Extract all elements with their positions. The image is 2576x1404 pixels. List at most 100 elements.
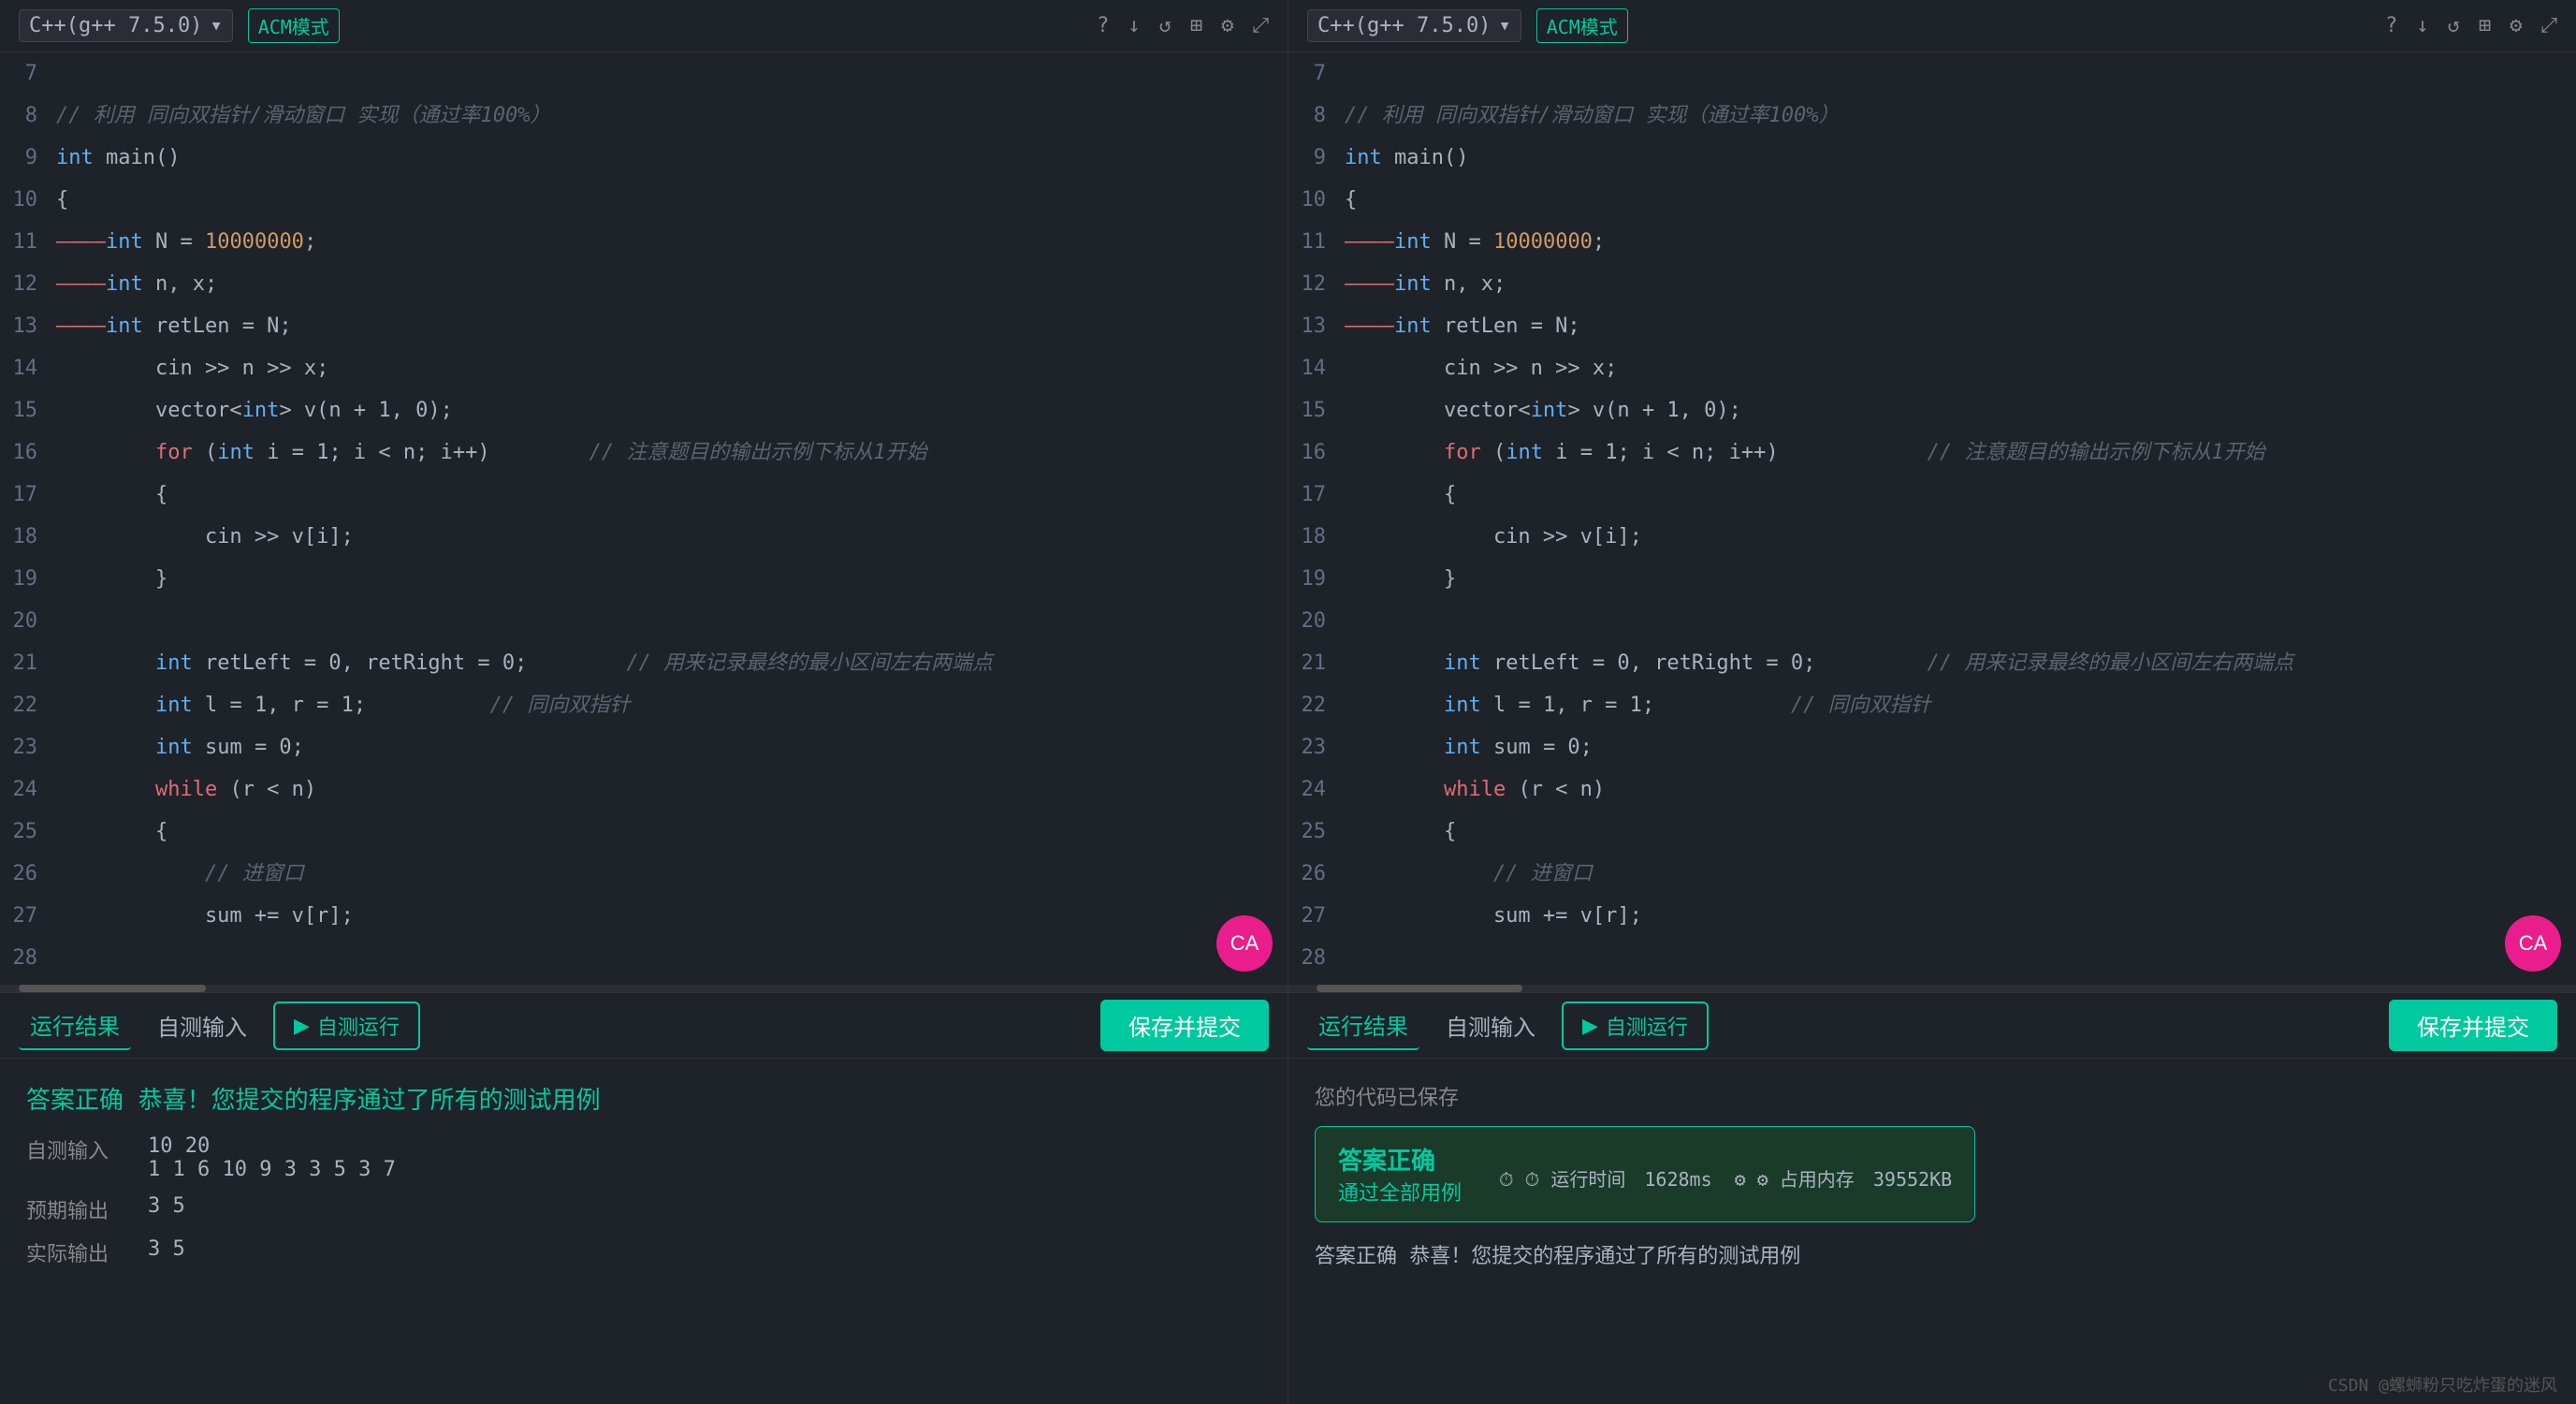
top-toolbar: C++(g++ 7.5.0) ▾ ACM模式 ? ↓ ↺ ⊞ ⚙ ⤢ C++(g… (0, 0, 2576, 52)
left-expected-output-val: 3 5 (148, 1194, 185, 1218)
line-16-left: 16 for (int i = 1; i < n; i++) // 注意题目的输… (0, 431, 1288, 474)
right-download-icon[interactable]: ↓ (2416, 14, 2428, 37)
left-scrollbar-thumb[interactable] (19, 985, 206, 992)
right-fullscreen-icon[interactable]: ⤢ (2540, 14, 2557, 37)
right-memory-icon: ⚙ (1735, 1168, 1757, 1191)
right-scrollbar-area[interactable] (1288, 985, 2576, 992)
left-self-test-run-label: 自测运行 (317, 1011, 400, 1041)
left-self-test-run-btn[interactable]: ▶ 自测运行 (273, 1002, 420, 1050)
right-self-test-run-label: 自测运行 (1606, 1011, 1688, 1041)
left-toolbar-icons: ? ↓ ↺ ⊞ ⚙ ⤢ (1097, 14, 1269, 37)
line-12-right: 12 ————int n, x; (1288, 263, 2576, 305)
right-acm-badge: ACM模式 (1536, 8, 1628, 43)
line-23-left: 23 int sum = 0; (0, 726, 1288, 768)
line-21-right: 21 int retLeft = 0, retRight = 0; // 用来记… (1288, 642, 2576, 684)
left-actual-output-row: 实际输出 3 5 (26, 1237, 1261, 1267)
right-refresh-icon[interactable]: ↺ (2448, 14, 2460, 37)
left-toolbar: C++(g++ 7.5.0) ▾ ACM模式 ? ↓ ↺ ⊞ ⚙ ⤢ (0, 0, 1288, 51)
line-28-left: 28 (0, 937, 1288, 979)
left-self-test-input-tab[interactable]: 自测输入 (146, 1002, 258, 1049)
line-18-right: 18 cin >> v[i]; (1288, 516, 2576, 558)
main-area: 7 8 // 利用 同向双指针/滑动窗口 实现（通过率100%） 9 int m… (0, 52, 2576, 1058)
left-code-lines: 7 8 // 利用 同向双指针/滑动窗口 实现（通过率100%） 9 int m… (0, 52, 1288, 985)
right-layout-icon[interactable]: ⊞ (2479, 14, 2491, 37)
line-25-left: 25 { (0, 811, 1288, 853)
left-code-editor[interactable]: 7 8 // 利用 同向双指针/滑动窗口 实现（通过率100%） 9 int m… (0, 52, 1288, 985)
footer-text: CSDN @螺蛳粉只吃炸蛋的迷风 (2328, 1372, 2557, 1397)
right-code-lines: 7 8 // 利用 同向双指针/滑动窗口 实现（通过率100%） 9 int m… (1288, 52, 2576, 985)
right-memory-val: 39552KB (1873, 1168, 1952, 1191)
line-7-left: 7 (0, 52, 1288, 95)
right-submit-btn[interactable]: 保存并提交 (2389, 1000, 2557, 1051)
translate-icon-right: CA (2519, 931, 2548, 956)
line-21-left: 21 int retLeft = 0, retRight = 0; // 用来记… (0, 642, 1288, 684)
left-fullscreen-icon[interactable]: ⤢ (1252, 14, 1269, 37)
line-12-left: 12 ————int n, x; (0, 263, 1288, 305)
left-layout-icon[interactable]: ⊞ (1190, 14, 1202, 37)
left-settings-icon[interactable]: ⚙ (1221, 14, 1233, 37)
left-self-test-input-values: 10 20 1 1 6 10 9 3 3 5 3 7 (148, 1134, 396, 1181)
line-19-right: 19 } (1288, 558, 2576, 600)
right-toolbar: C++(g++ 7.5.0) ▾ ACM模式 ? ↓ ↺ ⊞ ⚙ ⤢ (1288, 0, 2576, 51)
right-badge-meta: ⏱ ⏱ 运行时间 1628ms ⚙ ⚙ 占用内存 39552KB (1499, 1164, 1952, 1192)
left-lang-label: C++(g++ 7.5.0) (29, 14, 202, 37)
left-submit-btn[interactable]: 保存并提交 (1100, 1000, 1269, 1051)
left-expected-output-label: 预期输出 (26, 1194, 148, 1224)
left-lang-chevron: ▾ (210, 14, 222, 37)
left-play-icon: ▶ (294, 1014, 310, 1038)
left-run-result-tab[interactable]: 运行结果 (19, 1001, 131, 1050)
right-code-panel: 7 8 // 利用 同向双指针/滑动窗口 实现（通过率100%） 9 int m… (1288, 52, 2576, 1058)
line-15-right: 15 vector<int> v(n + 1, 0); (1288, 389, 2576, 431)
left-lang-select[interactable]: C++(g++ 7.5.0) ▾ (19, 9, 233, 42)
line-23-right: 23 int sum = 0; (1288, 726, 2576, 768)
line-14-left: 14 cin >> n >> x; (0, 347, 1288, 389)
line-8-right: 8 // 利用 同向双指针/滑动窗口 实现（通过率100%） (1288, 95, 2576, 137)
left-self-test-val2: 1 1 6 10 9 3 3 5 3 7 (148, 1158, 396, 1181)
left-scrollbar-area[interactable] (0, 985, 1288, 992)
right-badge-sub: 通过全部用例 (1338, 1177, 1462, 1207)
line-13-left: 13 ————int retLen = N; (0, 305, 1288, 347)
left-download-icon[interactable]: ↓ (1128, 14, 1140, 37)
right-code-editor[interactable]: 7 8 // 利用 同向双指针/滑动窗口 实现（通过率100%） 9 int m… (1288, 52, 2576, 985)
line-11-right: 11 ————int N = 10000000; (1288, 221, 2576, 263)
right-self-test-run-btn[interactable]: ▶ 自测运行 (1562, 1002, 1709, 1050)
right-run-time-icon: ⏱ (1499, 1168, 1525, 1191)
line-17-left: 17 { (0, 474, 1288, 516)
left-acm-badge: ACM模式 (248, 8, 340, 43)
right-memory: ⚙ ⚙ 占用内存 39552KB (1735, 1164, 1953, 1192)
right-lang-label: C++(g++ 7.5.0) (1317, 14, 1491, 37)
translate-btn-left[interactable]: CA (1216, 915, 1273, 972)
left-refresh-icon[interactable]: ↺ (1159, 14, 1172, 37)
left-question-icon[interactable]: ? (1097, 14, 1109, 37)
right-lang-select[interactable]: C++(g++ 7.5.0) ▾ (1307, 9, 1521, 42)
left-actual-output-label: 实际输出 (26, 1237, 148, 1267)
right-results-panel: 您的代码已保存 答案正确 通过全部用例 ⏱ ⏱ 运行时间 1628ms ⚙ ⚙ … (1288, 1059, 2576, 1404)
line-16-right: 16 for (int i = 1; i < n; i++) // 注意题目的输… (1288, 431, 2576, 474)
left-results-panel: 答案正确 恭喜！您提交的程序通过了所有的测试用例 自测输入 10 20 1 1 … (0, 1059, 1288, 1404)
line-11-left: 11 ————int N = 10000000; (0, 221, 1288, 263)
left-actual-output-val: 3 5 (148, 1237, 185, 1261)
right-scrollbar-thumb[interactable] (1317, 985, 1522, 992)
right-play-icon: ▶ (1582, 1014, 1598, 1038)
right-question-icon[interactable]: ? (2385, 14, 2397, 37)
left-code-panel: 7 8 // 利用 同向双指针/滑动窗口 实现（通过率100%） 9 int m… (0, 52, 1288, 1058)
line-9-left: 9 int main() (0, 137, 1288, 179)
line-7-right: 7 (1288, 52, 2576, 95)
left-self-test-input-row: 自测输入 10 20 1 1 6 10 9 3 3 5 3 7 (26, 1134, 1261, 1181)
line-27-left: 27 sum += v[r]; (0, 895, 1288, 937)
right-settings-icon[interactable]: ⚙ (2510, 14, 2522, 37)
right-badge-text: 答案正确 通过全部用例 (1338, 1142, 1462, 1207)
right-run-time: ⏱ ⏱ 运行时间 1628ms (1499, 1164, 1712, 1192)
right-saved-text: 您的代码已保存 (1315, 1081, 2550, 1111)
translate-btn-right[interactable]: CA (2505, 915, 2561, 972)
results-area: 答案正确 恭喜！您提交的程序通过了所有的测试用例 自测输入 10 20 1 1 … (0, 1058, 2576, 1404)
right-lang-chevron: ▾ (1498, 14, 1510, 37)
right-self-test-input-tab[interactable]: 自测输入 (1434, 1002, 1547, 1049)
right-toolbar-icons: ? ↓ ↺ ⊞ ⚙ ⤢ (2385, 14, 2557, 37)
line-14-right: 14 cin >> n >> x; (1288, 347, 2576, 389)
line-24-left: 24 while (r < n) (0, 768, 1288, 811)
right-run-result-tab[interactable]: 运行结果 (1307, 1001, 1419, 1050)
line-10-right: 10 { (1288, 179, 2576, 221)
line-26-left: 26 // 进窗口 (0, 853, 1288, 895)
left-result-success: 答案正确 恭喜！您提交的程序通过了所有的测试用例 (26, 1081, 1261, 1116)
